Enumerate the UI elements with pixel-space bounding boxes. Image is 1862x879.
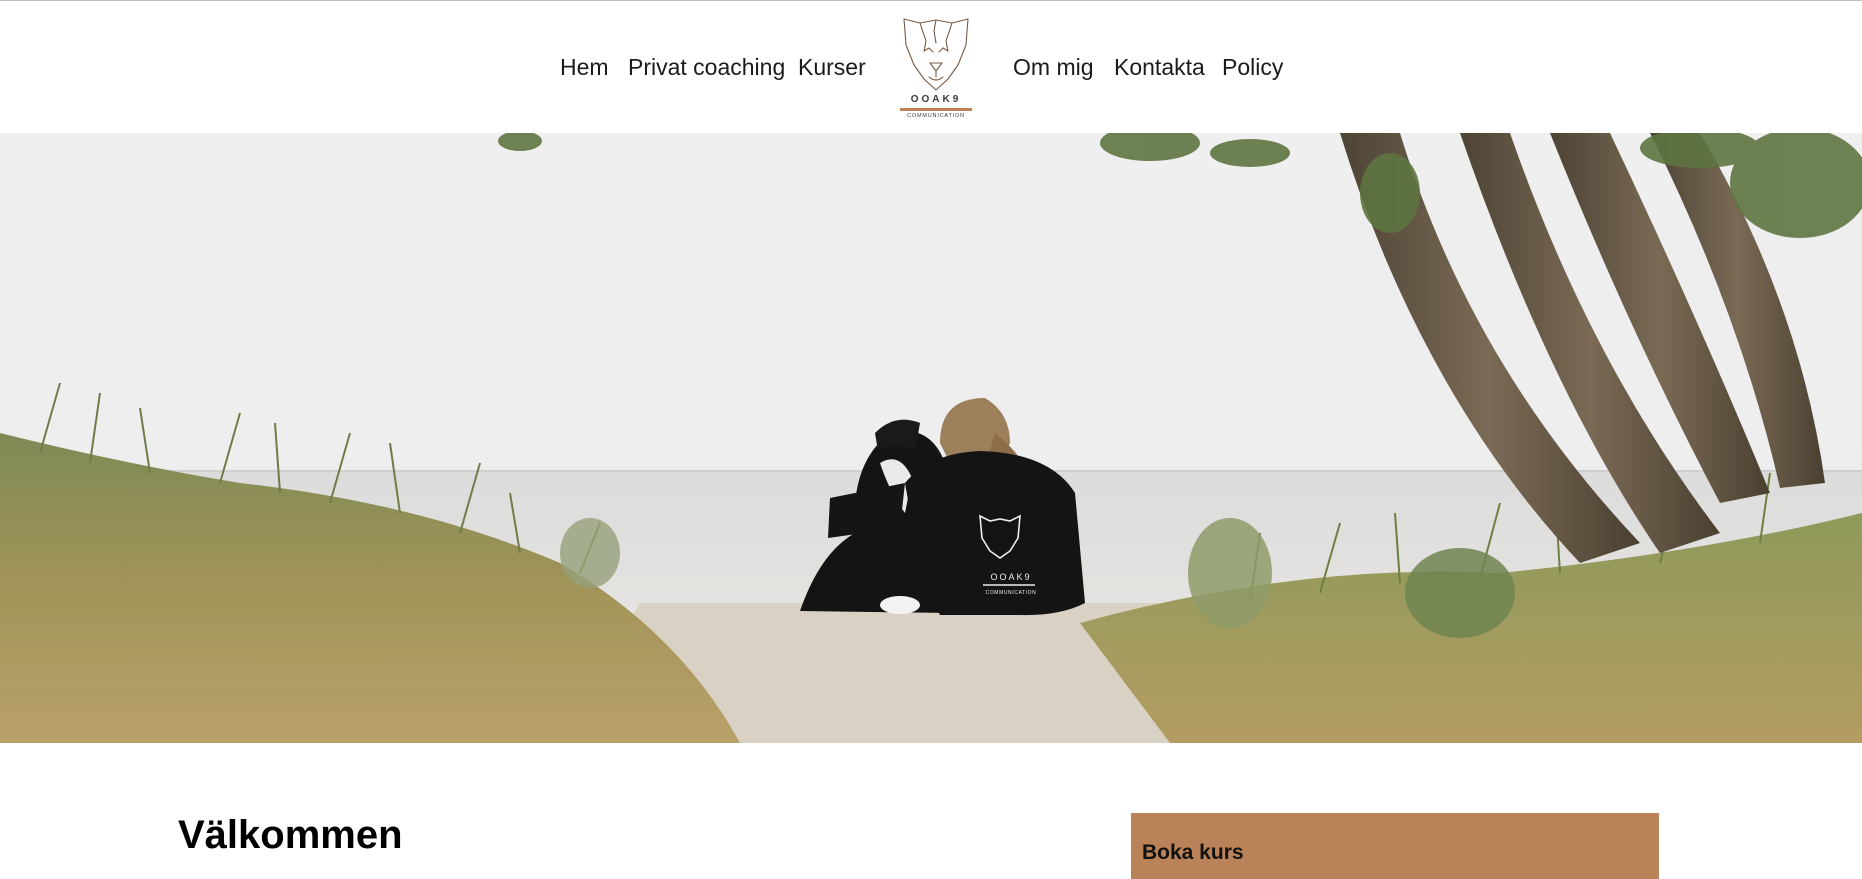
hoodie-brand-text: OOAK9 [990,572,1031,582]
woman-with-dog-on-beach-photo: OOAK9 COMMUNICATION [0,133,1862,743]
logo-underline [900,108,972,111]
site-header: Hem Privat coaching Kurser OOAK9 COMMUNI… [0,1,1862,133]
logo-brand-text: OOAK9 [910,94,962,105]
booking-card-title: Boka kurs [1142,841,1244,864]
nav-home-link[interactable]: Hem [560,54,609,81]
page-title: Välkommen [178,813,403,857]
nav-courses-link[interactable]: Kurser [798,54,866,81]
logo-tagline-text: COMMUNICATION [907,113,965,119]
hoodie-tagline-text: COMMUNICATION [986,590,1037,596]
booking-card[interactable]: Boka kurs [1131,813,1659,879]
nav-contact-link[interactable]: Kontakta [1114,54,1205,81]
nav-private-coaching-link[interactable]: Privat coaching [628,54,785,81]
nav-policy-link[interactable]: Policy [1222,54,1283,81]
site-logo[interactable]: OOAK9 COMMUNICATION [896,15,976,121]
nav-about-link[interactable]: Om mig [1013,54,1094,81]
dog-head-icon [903,18,969,91]
hero-image: OOAK9 COMMUNICATION [0,133,1862,743]
